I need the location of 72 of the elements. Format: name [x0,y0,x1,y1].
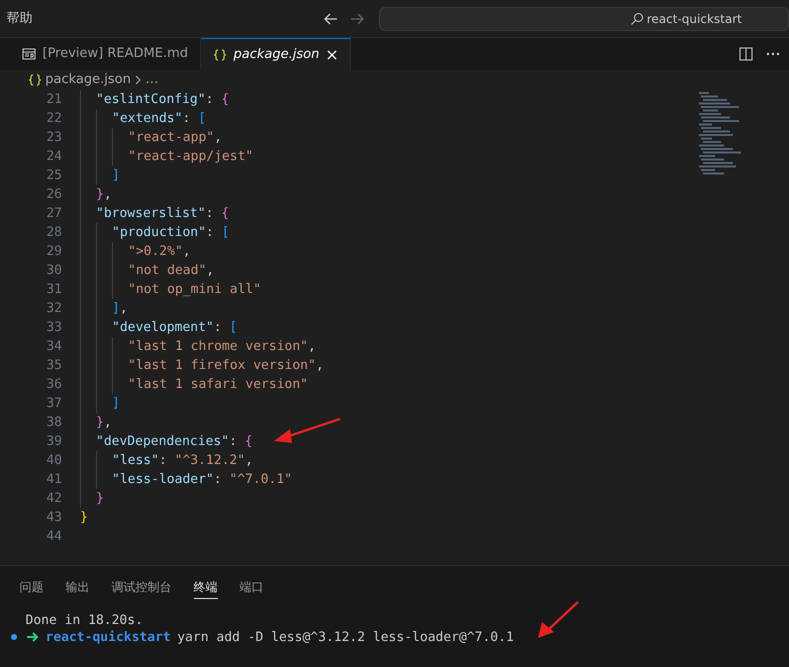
line-number: 42 [45,490,63,508]
line-number: 25 [45,167,63,185]
code-line: }, [96,186,112,204]
line-number: 40 [45,452,63,470]
terminal-command: yarn add -D less@^3.12.2 less-loader@^7.0.1 [177,628,514,646]
line-number: 27 [45,205,63,223]
panel-tab[interactable]: 终端 [194,576,218,599]
preview-icon [22,47,36,61]
line-number: 31 [45,281,63,299]
line-number: 39 [45,433,63,451]
line-number: 32 [45,300,63,318]
code-line: "less-loader": "^7.0.1" [112,471,292,489]
chevron-icon [134,75,142,85]
split-editor-icon[interactable] [739,47,753,61]
line-number: 41 [45,471,63,489]
code-line: "production": [ [112,224,230,242]
line-number: 24 [45,148,63,166]
line-number: 36 [45,376,63,394]
code-line: "not dead", [128,262,214,280]
code-line: "devDependencies": { [96,433,253,451]
panel-tab[interactable]: 端口 [240,576,264,599]
line-number: 22 [45,110,63,128]
code-line: "eslintConfig": { [96,91,230,109]
line-number: 28 [45,224,63,242]
code-line: } [96,490,104,508]
panel-tab[interactable]: 输出 [66,576,90,599]
line-number: 44 [45,528,63,546]
line-number: 38 [45,414,63,432]
terminal-directory: react-quickstart [46,628,171,646]
close-icon[interactable] [326,48,338,60]
forward-icon[interactable] [348,10,364,26]
code-line: "react-app/jest" [128,148,254,166]
code-line: "browserslist": { [96,205,230,223]
editor-tab[interactable]: package.json [201,38,351,70]
code-line: ">0.2%", [128,243,191,261]
menu-item[interactable]: 帮助 [6,8,32,28]
line-number: 33 [45,319,63,337]
code-line: ] [112,167,120,185]
code-line: } [80,509,88,527]
line-number: 35 [45,357,63,375]
code-line: ], [112,300,128,318]
status-dot-icon [10,633,18,642]
code-line: "extends": [ [112,110,206,128]
line-number: 37 [45,395,63,413]
breadcrumb-item[interactable]: … [145,70,158,90]
code-line: "last 1 firefox version", [128,357,324,375]
braces-icon [213,48,228,62]
code-line: "development": [ [112,319,238,337]
back-icon[interactable] [322,10,338,26]
line-number: 21 [45,91,63,109]
panel-tab[interactable]: 调试控制台 [112,576,172,599]
breadcrumb-item[interactable]: package.json [45,70,131,90]
command-search-field[interactable]: react-quickstart [378,6,789,30]
code-line: "not op_mini all" [128,281,262,299]
code-line: "react-app", [128,129,222,147]
code-line: }, [96,414,112,432]
code-line: ] [112,395,120,413]
braces-icon [28,73,42,87]
line-number: 30 [45,262,63,280]
prompt-arrow-icon [26,632,40,642]
code-line: "last 1 chrome version", [128,338,316,356]
panel-tab[interactable]: 问题 [20,576,44,599]
line-number: 43 [45,509,63,527]
code-line: "less": "^3.12.2", [112,452,253,470]
annotation-arrow [536,600,580,640]
line-number: 23 [45,129,63,147]
terminal-output: Done in 18.20s. [26,612,143,629]
code-line: "last 1 safari version" [128,376,308,394]
search-icon [630,12,644,26]
line-number: 34 [45,338,63,356]
line-number: 26 [45,186,63,204]
line-number: 29 [45,243,63,261]
